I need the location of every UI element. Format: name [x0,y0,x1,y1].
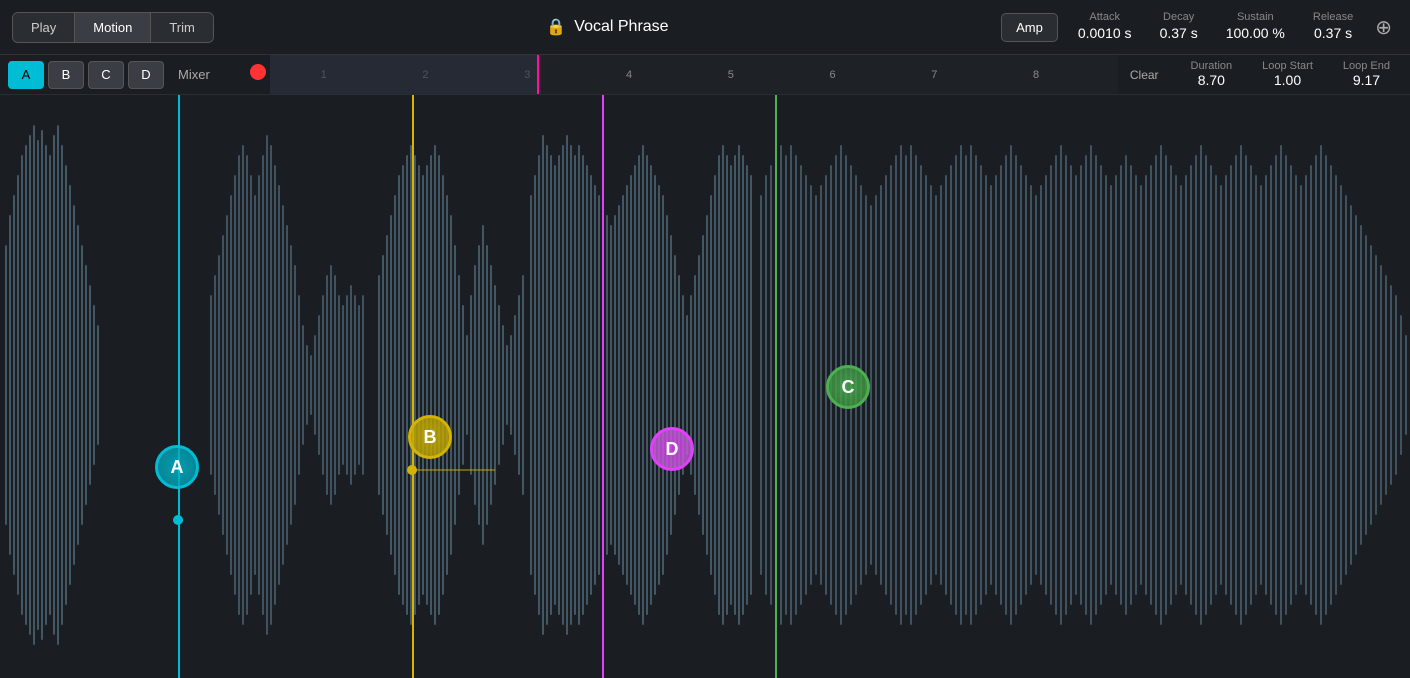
duration-group: Duration 8.70 Loop Start 1.00 Loop End 9… [1171,60,1410,90]
yellow-node-dot[interactable] [407,465,417,475]
timeline-num-8: 8 [1033,69,1039,81]
second-bar: A B C D Mixer 1 2 3 4 5 6 7 8 Clear Dura… [0,55,1410,95]
record-dot[interactable] [250,64,266,80]
waveform-svg [0,95,1410,678]
attack-param: Attack 0.0010 s [1078,11,1132,43]
tab-c[interactable]: C [88,61,124,89]
yellow-marker-line[interactable] [412,95,414,678]
release-param: Release 0.37 s [1313,11,1353,43]
release-label: Release [1313,11,1353,23]
transport-group: Play Motion Trim [12,12,214,43]
cyan-marker-line[interactable] [178,95,180,678]
timeline-playhead [537,55,539,94]
loop-end-item: Loop End 9.17 [1343,60,1390,90]
marker-c-label: C [842,377,855,398]
sustain-param: Sustain 100.00 % [1226,11,1285,43]
attack-value[interactable]: 0.0010 s [1078,25,1132,41]
waveform-area[interactable]: 2 1 2 2 2 3 2 4 3 1 3 2 [0,95,1410,678]
trim-button[interactable]: Trim [151,13,213,42]
section-tabs: A B C D [0,61,168,89]
top-bar: Play Motion Trim 🔒 Vocal Phrase Amp Atta… [0,0,1410,55]
duration-value[interactable]: 8.70 [1198,72,1225,88]
duration-label: Duration [1191,60,1233,72]
marker-a[interactable]: A [155,445,199,489]
timeline-num-6: 6 [830,69,836,81]
cyan-handle-dot[interactable] [173,515,183,525]
tab-d[interactable]: D [128,61,164,89]
loop-start-item: Loop Start 1.00 [1262,60,1313,90]
duration-item: Duration 8.70 [1191,60,1233,90]
decay-label: Decay [1160,11,1198,23]
green-marker-line[interactable] [775,95,777,678]
amp-button[interactable]: Amp [1001,13,1058,42]
timeline-numbers: 1 2 3 4 5 6 7 8 [270,55,1118,94]
sustain-label: Sustain [1226,11,1285,23]
loop-end-label: Loop End [1343,60,1390,72]
clear-button[interactable]: Clear [1118,68,1171,82]
track-title: Vocal Phrase [574,18,668,36]
timeline-num-4: 4 [626,69,632,81]
motion-button[interactable]: Motion [75,13,151,42]
more-options-button[interactable]: ⊕ [1369,15,1398,40]
loop-end-value[interactable]: 9.17 [1353,72,1380,88]
magenta-marker-line[interactable] [602,95,604,678]
decay-param: Decay 0.37 s [1160,11,1198,43]
loop-start-value[interactable]: 1.00 [1274,72,1301,88]
timeline-num-7: 7 [931,69,937,81]
marker-d[interactable]: D [650,427,694,471]
release-value[interactable]: 0.37 s [1314,25,1352,41]
record-button-area[interactable] [250,64,266,85]
lock-icon: 🔒 [546,17,566,37]
timeline-selection [270,55,541,94]
marker-b[interactable]: B [408,415,452,459]
title-area: 🔒 Vocal Phrase [214,17,1001,37]
play-button[interactable]: Play [13,13,75,42]
marker-c[interactable]: C [826,365,870,409]
attack-label: Attack [1078,11,1132,23]
timeline-num-5: 5 [728,69,734,81]
tab-b[interactable]: B [48,61,84,89]
mixer-button[interactable]: Mixer [168,67,220,82]
decay-value[interactable]: 0.37 s [1160,25,1198,41]
params-group: Attack 0.0010 s Decay 0.37 s Sustain 100… [1078,11,1353,43]
tab-a[interactable]: A [8,61,44,89]
sustain-value[interactable]: 100.00 % [1226,25,1285,41]
marker-a-label: A [171,457,184,478]
loop-start-label: Loop Start [1262,60,1313,72]
marker-d-label: D [666,439,679,460]
marker-b-label: B [424,427,437,448]
